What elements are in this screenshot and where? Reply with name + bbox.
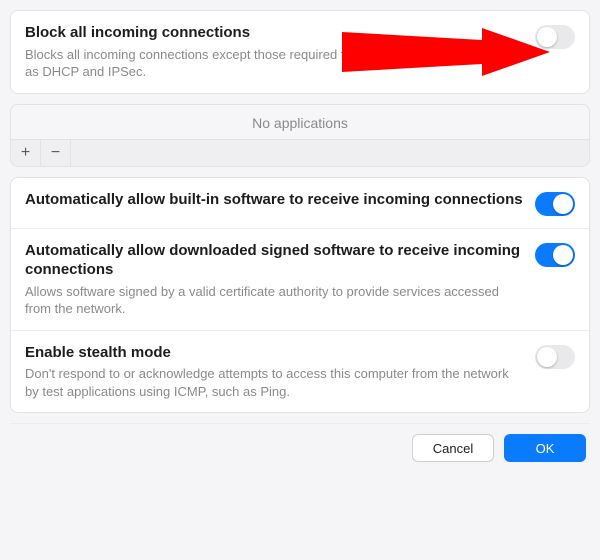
block-all-panel: Block all incoming connections Blocks al… [10,10,590,94]
option-desc: Don't respond to or acknowledge attempts… [25,365,523,400]
block-all-text: Block all incoming connections Blocks al… [25,23,523,81]
option-row-stealth: Enable stealth mode Don't respond to or … [11,330,589,413]
block-all-desc: Blocks all incoming connections except t… [25,46,523,81]
option-row-allow-signed: Automatically allow downloaded signed so… [11,228,589,330]
options-panel: Automatically allow built-in software to… [10,177,590,414]
option-text: Enable stealth mode Don't respond to or … [25,343,523,401]
applications-toolbar: + − [11,139,589,166]
applications-empty-label: No applications [11,105,589,139]
option-title: Enable stealth mode [25,343,523,363]
allow-signed-toggle[interactable] [535,243,575,267]
option-text: Automatically allow built-in software to… [25,190,523,213]
remove-application-button[interactable]: − [41,140,71,166]
option-title: Automatically allow built-in software to… [25,190,523,210]
option-text: Automatically allow downloaded signed so… [25,241,523,318]
stealth-toggle[interactable] [535,345,575,369]
add-application-button[interactable]: + [11,140,41,166]
block-all-row: Block all incoming connections Blocks al… [11,11,589,93]
option-title: Automatically allow downloaded signed so… [25,241,523,280]
block-all-toggle[interactable] [535,25,575,49]
block-all-title: Block all incoming connections [25,23,523,43]
applications-panel: No applications + − [10,104,590,167]
dialog-footer: Cancel OK [10,423,590,466]
cancel-button[interactable]: Cancel [412,434,494,462]
option-desc: Allows software signed by a valid certif… [25,283,523,318]
ok-button[interactable]: OK [504,434,586,462]
option-row-allow-builtin: Automatically allow built-in software to… [11,178,589,228]
allow-builtin-toggle[interactable] [535,192,575,216]
